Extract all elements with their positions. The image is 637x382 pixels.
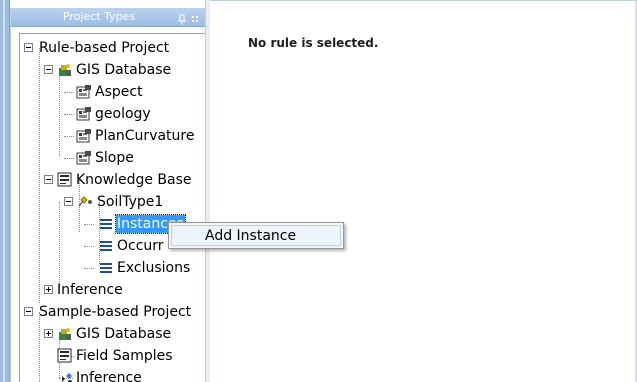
map-layer-icon [76, 128, 92, 144]
menu-item-label: Add Instance [205, 228, 297, 244]
node-label: Knowledge Base [76, 172, 192, 188]
node-label: Slope [95, 150, 134, 166]
application-window: Project Types Rule-based Project GIS Dat… [0, 0, 637, 382]
pin-icon[interactable] [177, 11, 187, 25]
grip-icon[interactable] [191, 11, 201, 23]
tree-node-rule-based-project[interactable]: Rule-based Project [20, 38, 206, 58]
node-label: Inference [76, 370, 142, 382]
list-rule-icon [98, 216, 114, 232]
window-edge [0, 0, 10, 382]
add-instance-menu-item[interactable]: Add Instance [171, 225, 341, 246]
list-rule-icon [98, 260, 114, 276]
map-layer-icon [76, 84, 92, 100]
status-message: No rule is selected. [248, 36, 379, 50]
tree-node-exclusions[interactable]: Exclusions [20, 258, 206, 278]
inference-icon [59, 370, 75, 382]
context-menu: Add Instance [168, 222, 344, 249]
expand-toggle[interactable] [44, 285, 53, 294]
tree-node-inference[interactable]: Inference [20, 280, 206, 300]
tree-node-aspect[interactable]: Aspect [20, 82, 206, 102]
project-types-panel: Project Types Rule-based Project GIS Dat… [10, 8, 207, 382]
panel-title: Project Types [62, 10, 136, 23]
node-label: Sample-based Project [39, 304, 192, 320]
collapse-toggle[interactable] [44, 175, 53, 184]
node-label: Inference [57, 282, 123, 298]
panel-header[interactable]: Project Types [11, 8, 206, 27]
tree-node-knowledge-base[interactable]: Knowledge Base [20, 170, 206, 190]
collapse-toggle[interactable] [44, 65, 53, 74]
tree-node-sample-inference[interactable]: Inference [20, 368, 206, 382]
gis-database-icon [57, 326, 73, 342]
node-label: Rule-based Project [39, 40, 170, 56]
node-label: Field Samples [76, 348, 173, 364]
knowledge-base-icon [57, 172, 73, 188]
node-label: SoilType1 [97, 194, 164, 210]
node-label: PlanCurvature [95, 128, 195, 144]
tree-node-slope[interactable]: Slope [20, 148, 206, 168]
list-rule-icon [98, 238, 114, 254]
collapse-toggle[interactable] [24, 307, 33, 316]
node-label: Occurr [117, 238, 164, 254]
expand-toggle[interactable] [44, 329, 53, 338]
tree-node-sample-gis-database[interactable]: GIS Database [20, 324, 206, 344]
project-tree: Rule-based Project GIS Database Aspect g… [19, 33, 207, 382]
node-label: Aspect [95, 84, 143, 100]
tree-node-soil-type[interactable]: SoilType1 [20, 192, 206, 212]
node-label: Exclusions [117, 260, 191, 276]
tree-node-gis-database[interactable]: GIS Database [20, 60, 206, 80]
soil-type-icon [78, 194, 94, 210]
node-label: geology [95, 106, 151, 122]
tree-node-field-samples[interactable]: Field Samples [20, 346, 206, 366]
rule-editor-pane: No rule is selected. [210, 0, 637, 382]
node-label: GIS Database [76, 326, 172, 342]
window-edge-highlight [3, 0, 5, 382]
map-layer-icon [76, 106, 92, 122]
tree-node-geology[interactable]: geology [20, 104, 206, 124]
node-label: GIS Database [76, 62, 172, 78]
map-layer-icon [76, 150, 92, 166]
collapse-toggle[interactable] [64, 197, 73, 206]
tree-node-sample-based-project[interactable]: Sample-based Project [20, 302, 206, 322]
tree-node-plan-curvature[interactable]: PlanCurvature [20, 126, 206, 146]
collapse-toggle[interactable] [24, 43, 33, 52]
field-samples-icon [57, 348, 73, 364]
gis-database-icon [57, 62, 73, 78]
